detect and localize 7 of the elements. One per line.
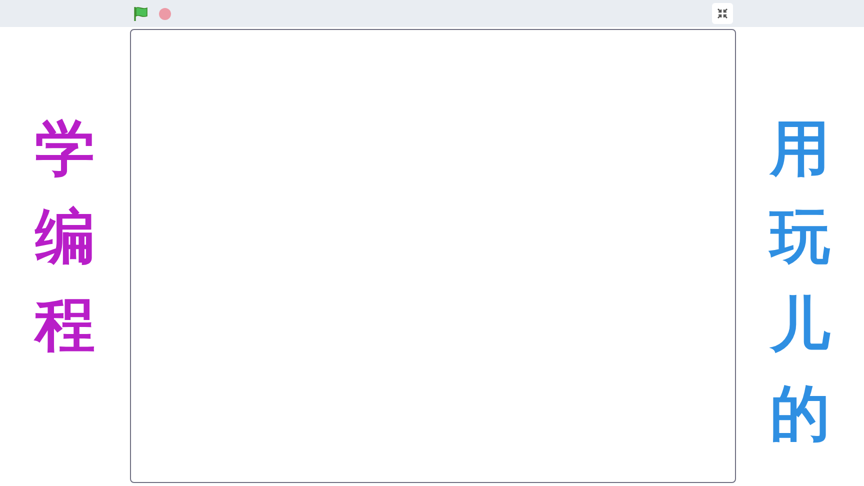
stop-icon: [158, 6, 172, 20]
exit-fullscreen-button[interactable]: [712, 3, 733, 24]
run-button[interactable]: [132, 4, 150, 22]
vertical-caption: 学编程: [35, 113, 95, 362]
vertical-caption: 用玩儿的: [770, 113, 830, 451]
shrink-icon: [717, 8, 728, 19]
flag-icon: [133, 6, 149, 22]
